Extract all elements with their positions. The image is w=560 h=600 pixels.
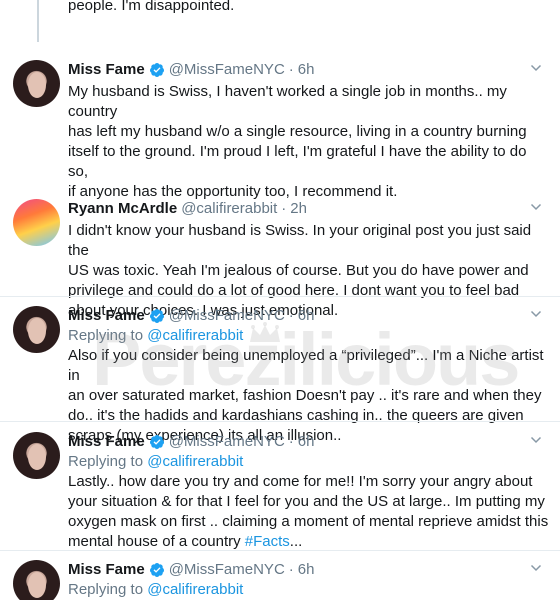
chevron-down-icon[interactable] bbox=[530, 62, 542, 74]
chevron-down-icon[interactable] bbox=[530, 434, 542, 446]
chevron-down-icon[interactable] bbox=[530, 201, 542, 213]
replying-to: Replying to @califirerabbit bbox=[68, 326, 550, 346]
verified-badge-icon bbox=[149, 563, 164, 577]
tweet-text-line: privilege and could do a lot of good her… bbox=[68, 282, 520, 299]
crown-watermark-icon bbox=[250, 322, 280, 342]
separator: · bbox=[288, 433, 294, 450]
replying-to-label: Replying to bbox=[68, 327, 148, 344]
replying-to-link[interactable]: @califirerabbit bbox=[147, 453, 243, 470]
tweet-text-line: itself to the ground. I'm proud I left, … bbox=[68, 143, 527, 180]
tweet-2[interactable]: Ryann McArdle @califirerabbit · 2h I did… bbox=[0, 197, 560, 319]
tweet-text-line: Also if you consider being unemployed a … bbox=[68, 347, 544, 384]
tweet-header: Miss Fame @MissFameNYC · 6h bbox=[68, 560, 550, 580]
divider bbox=[0, 421, 560, 422]
verified-badge-icon bbox=[149, 435, 164, 449]
chevron-down-icon[interactable] bbox=[530, 562, 542, 574]
user-handle[interactable]: @califirerabbit bbox=[181, 199, 277, 219]
tweet-text-line: has left my husband w/o a single resourc… bbox=[68, 123, 527, 140]
tweet-text-line: US was toxic. Yeah I'm jealous of course… bbox=[68, 262, 529, 279]
tweet-text-line: mental house of a country #Facts... bbox=[68, 532, 550, 552]
avatar[interactable] bbox=[13, 306, 60, 353]
replying-to: Replying to @califirerabbit bbox=[68, 580, 550, 600]
user-handle[interactable]: @MissFameNYC bbox=[169, 560, 285, 580]
tweet-text-line-part: ... bbox=[289, 533, 303, 550]
tweet-text-line: My husband is Swiss, I haven't worked a … bbox=[68, 83, 507, 120]
replying-to-link[interactable]: @califirerabbit bbox=[147, 581, 243, 598]
tweet-text-line: oxygen mask on first .. claiming a momen… bbox=[68, 513, 549, 530]
tweet-text-line: do.. it's the hadids and kardashians cas… bbox=[68, 407, 524, 424]
tweet-header: Miss Fame @MissFameNYC · 6h bbox=[68, 60, 550, 80]
avatar[interactable] bbox=[13, 60, 60, 107]
timestamp[interactable]: 6h bbox=[298, 60, 315, 80]
tweet-header: Miss Fame @MissFameNYC · 6h bbox=[68, 306, 550, 326]
timestamp[interactable]: 6h bbox=[298, 560, 315, 580]
tweet-text-line: an over saturated market, fashion Doesn'… bbox=[68, 387, 542, 404]
tweet-text-line-part: mental house of a country bbox=[68, 533, 245, 550]
thread-line bbox=[37, 0, 39, 42]
display-name[interactable]: Miss Fame bbox=[68, 560, 145, 580]
avatar[interactable] bbox=[13, 199, 60, 246]
hashtag-link[interactable]: #Facts bbox=[245, 533, 290, 550]
divider bbox=[0, 550, 560, 551]
previous-tweet-fragment: people. I'm disappointed. bbox=[68, 0, 235, 14]
display-name[interactable]: Ryann McArdle bbox=[68, 199, 177, 219]
avatar[interactable] bbox=[13, 432, 60, 479]
separator: · bbox=[288, 307, 294, 324]
tweet-text: My husband is Swiss, I haven't worked a … bbox=[68, 82, 550, 202]
tweet-header: Miss Fame @MissFameNYC · 6h bbox=[68, 432, 550, 452]
display-name[interactable]: Miss Fame bbox=[68, 60, 145, 80]
verified-badge-icon bbox=[149, 309, 164, 323]
tweet-1[interactable]: Miss Fame @MissFameNYC · 6h My husband i… bbox=[0, 58, 560, 200]
tweet-4[interactable]: Miss Fame @MissFameNYC · 6h Replying to … bbox=[0, 430, 560, 550]
replying-to-label: Replying to bbox=[68, 581, 148, 598]
user-handle[interactable]: @MissFameNYC bbox=[169, 60, 285, 80]
tweet-text: Lastly.. how dare you try and come for m… bbox=[68, 472, 550, 552]
timestamp[interactable]: 6h bbox=[298, 306, 315, 326]
tweet-text-line: Lastly.. how dare you try and come for m… bbox=[68, 473, 533, 490]
user-handle[interactable]: @MissFameNYC bbox=[169, 432, 285, 452]
tweet-text-line: I didn't know your husband is Swiss. In … bbox=[68, 222, 532, 259]
verified-badge-icon bbox=[149, 63, 164, 77]
separator: · bbox=[281, 200, 287, 217]
tweet-3[interactable]: Miss Fame @MissFameNYC · 6h Replying to … bbox=[0, 304, 560, 444]
display-name[interactable]: Miss Fame bbox=[68, 306, 145, 326]
replying-to-label: Replying to bbox=[68, 453, 148, 470]
separator: · bbox=[288, 561, 294, 578]
replying-to: Replying to @califirerabbit bbox=[68, 452, 550, 472]
replying-to-link[interactable]: @califirerabbit bbox=[147, 327, 243, 344]
divider bbox=[0, 296, 560, 297]
separator: · bbox=[288, 61, 294, 78]
display-name[interactable]: Miss Fame bbox=[68, 432, 145, 452]
chevron-down-icon[interactable] bbox=[530, 308, 542, 320]
tweet-header: Ryann McArdle @califirerabbit · 2h bbox=[68, 199, 550, 219]
timestamp[interactable]: 2h bbox=[290, 199, 307, 219]
tweet-text-line: your situation & for that I feel for you… bbox=[68, 493, 545, 510]
avatar[interactable] bbox=[13, 560, 60, 600]
timestamp[interactable]: 6h bbox=[298, 432, 315, 452]
tweet-5[interactable]: Miss Fame @MissFameNYC · 6h Replying to … bbox=[0, 558, 560, 600]
